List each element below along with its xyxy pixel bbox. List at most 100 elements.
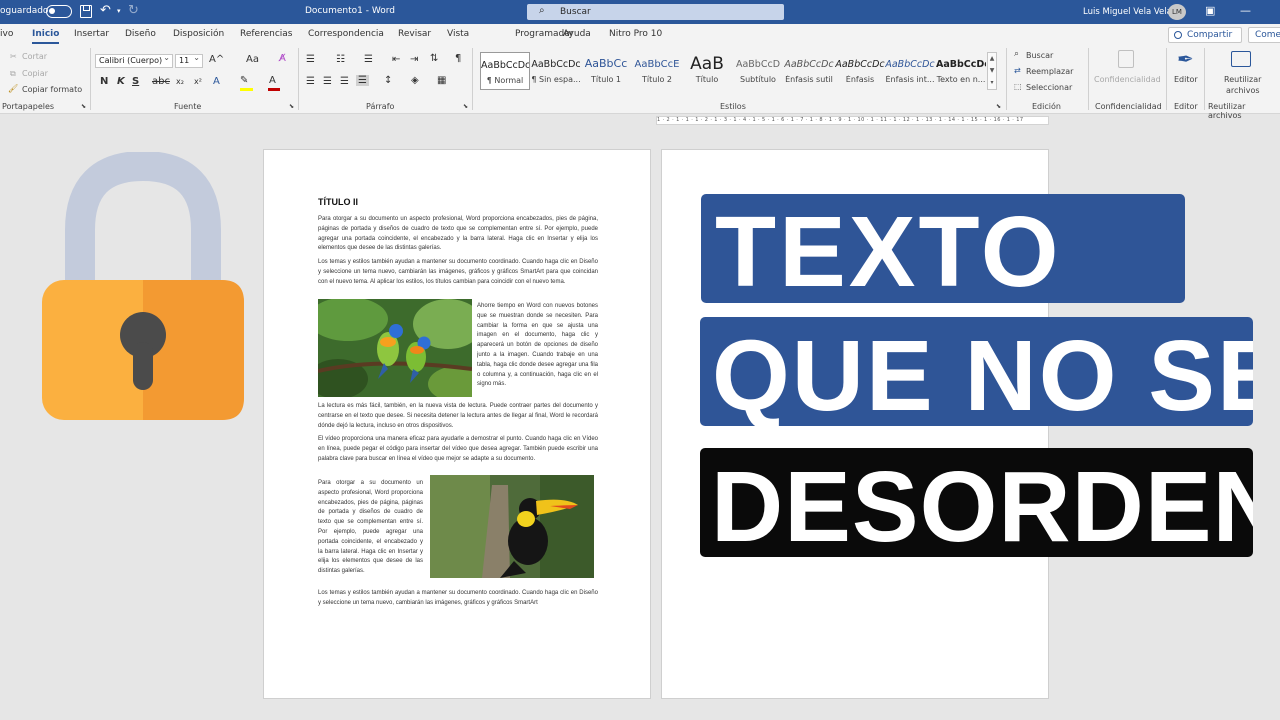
comments-button[interactable]: Come [1248, 27, 1280, 43]
style-no-spacing[interactable]: AaBbCcDc ¶ Sin espa... [531, 52, 581, 90]
line-spacing-icon[interactable]: ↕ [384, 75, 392, 86]
align-left-icon[interactable]: ☰ [306, 76, 315, 87]
align-right-icon[interactable]: ☰ [340, 76, 349, 87]
paragraph-4[interactable]: La lectura es más fácil, también, en la … [318, 402, 598, 432]
reuse-files-button-line1[interactable]: Reutilizar [1224, 75, 1261, 84]
copy-icon: ⧉ [10, 69, 16, 78]
reuse-group-label: Reutilizar archivos [1208, 102, 1246, 120]
lock-icon [42, 152, 244, 420]
align-center-icon[interactable]: ☰ [323, 76, 332, 87]
tab-vista[interactable]: Vista [447, 29, 469, 39]
justify-icon[interactable]: ☰ [356, 75, 369, 86]
separator [298, 48, 299, 110]
user-name[interactable]: Luis Miguel Vela Vela [1083, 7, 1172, 17]
style-sample: AaBbCcE [634, 59, 680, 70]
strikethrough-icon[interactable]: abc [152, 76, 170, 87]
reuse-files-button-line2[interactable]: archivos [1226, 86, 1260, 95]
clear-format-icon[interactable]: A̸ [279, 53, 286, 64]
tab-correspondencia[interactable]: Correspondencia [308, 29, 384, 39]
grow-font-button[interactable]: A^ [209, 54, 224, 65]
change-case-button[interactable]: Aa [246, 54, 259, 65]
paragraph-3[interactable]: Ahorre tiempo en Word con nuevos botones… [477, 302, 598, 398]
tab-diseno[interactable]: Diseño [125, 29, 156, 39]
confidentiality-button[interactable]: Confidencialidad [1094, 75, 1161, 84]
style-sample: AaBbCcDc [784, 59, 834, 70]
replace-button[interactable]: Reemplazar [1026, 67, 1073, 76]
tab-nitro[interactable]: Nitro Pro 10 [609, 29, 662, 39]
avatar[interactable]: LM [1168, 4, 1186, 20]
search-box[interactable]: ⌕ Buscar [527, 4, 784, 20]
copy-button[interactable]: Copiar [22, 69, 48, 78]
tab-insertar[interactable]: Insertar [74, 29, 109, 39]
tab-referencias[interactable]: Referencias [240, 29, 293, 39]
document-page-1[interactable]: TÍTULO II Para otorgar a su documento un… [263, 149, 651, 699]
numbering-icon[interactable]: ☷ [336, 54, 345, 65]
save-icon[interactable] [80, 5, 92, 18]
parrots-image[interactable] [318, 299, 472, 397]
borders-icon[interactable]: ▦ [437, 75, 446, 86]
cut-button[interactable]: Cortar [22, 52, 47, 61]
text-effects-icon[interactable]: A [213, 76, 220, 87]
style-subtle-emphasis[interactable]: AaBbCcDc Énfasis sutil [784, 52, 834, 90]
minimize-icon[interactable]: — [1240, 4, 1251, 17]
share-button[interactable]: Compartir [1168, 27, 1242, 43]
format-painter-button[interactable]: Copiar formato [22, 85, 82, 94]
clipboard-launcher-icon[interactable]: ⬊ [81, 103, 86, 110]
undo-icon[interactable]: ↶ [100, 3, 111, 18]
ribbon-display-icon[interactable]: ▣ [1205, 4, 1215, 17]
superscript-icon[interactable]: x² [194, 77, 202, 86]
highlight-icon[interactable]: ✎ [240, 75, 248, 86]
show-marks-icon[interactable]: ¶ [455, 53, 461, 64]
paragraph-1[interactable]: Para otorgar a su documento un aspecto p… [318, 215, 598, 255]
redo-icon[interactable]: ↻ [128, 3, 139, 18]
paragraph-2[interactable]: Los temas y estilos también ayudan a man… [318, 258, 598, 298]
style-subtitle[interactable]: AaBbCcD Subtítulo [733, 52, 783, 90]
decrease-indent-icon[interactable]: ⇤ [392, 54, 400, 65]
italic-button[interactable]: K [117, 76, 125, 87]
bold-button[interactable]: N [100, 76, 108, 87]
style-sample: AaB [690, 54, 724, 74]
editor-group-label: Editor [1174, 102, 1198, 111]
undo-dropdown-icon[interactable]: ▾ [117, 7, 121, 15]
style-emphasis[interactable]: AaBbCcDc Énfasis [835, 52, 885, 90]
paragraph-launcher-icon[interactable]: ⬊ [463, 103, 468, 110]
autosave-label: oguardado [0, 6, 49, 16]
font-name-combo[interactable]: Calibri (Cuerpo) [95, 53, 173, 68]
style-title[interactable]: AaB Título [682, 52, 732, 90]
tab-disposicion[interactable]: Disposición [173, 29, 224, 39]
autosave-toggle[interactable] [46, 5, 72, 18]
horizontal-ruler[interactable]: 1 · 2 · 1 · 1 · 1 · 2 · 1 · 3 · 1 · 4 · … [656, 116, 1049, 125]
underline-button[interactable]: S [132, 76, 139, 87]
style-strong[interactable]: AaBbCcDc Texto en n... [936, 52, 986, 90]
increase-indent-icon[interactable]: ⇥ [410, 54, 418, 65]
shading-icon[interactable]: ◈ [411, 75, 419, 86]
tab-programador[interactable]: Programador [515, 29, 573, 39]
paragraph-6[interactable]: Para otorgar a su documento un aspecto p… [318, 479, 423, 583]
subscript-icon[interactable]: x₂ [176, 77, 184, 86]
multilevel-list-icon[interactable]: ☰ [364, 54, 373, 65]
style-heading-2[interactable]: AaBbCcE Título 2 [632, 52, 682, 90]
tab-inicio[interactable]: Inicio [32, 29, 60, 44]
bullets-icon[interactable]: ☰ [306, 54, 315, 65]
find-icon: ⌕ [1014, 49, 1020, 59]
sort-icon[interactable]: ⇅ [430, 53, 438, 64]
find-button[interactable]: Buscar [1026, 51, 1053, 60]
search-label: Buscar [560, 7, 591, 17]
font-color-icon[interactable]: A [269, 75, 276, 86]
paragraph-7[interactable]: Los temas y estilos también ayudan a man… [318, 589, 598, 609]
style-intense-emphasis[interactable]: AaBbCcDc Énfasis int... [885, 52, 935, 90]
editor-button[interactable]: Editor [1174, 75, 1198, 84]
font-size-combo[interactable]: 11 [175, 53, 203, 68]
editor-icon: ✒ [1177, 47, 1194, 71]
select-button[interactable]: Seleccionar [1026, 83, 1072, 92]
style-heading-1[interactable]: AaBbCc Título 1 [581, 52, 631, 90]
document-heading[interactable]: TÍTULO II [318, 197, 358, 207]
toucan-image[interactable] [430, 475, 594, 578]
styles-launcher-icon[interactable]: ⬊ [996, 103, 1001, 110]
paragraph-5[interactable]: El vídeo proporciona una manera eficaz p… [318, 435, 598, 475]
style-normal[interactable]: AaBbCcDc ¶ Normal [480, 52, 530, 90]
tab-revisar[interactable]: Revisar [398, 29, 431, 39]
font-launcher-icon[interactable]: ⬊ [289, 103, 294, 110]
styles-scroll[interactable]: ▲ ▼ ▾ [987, 52, 997, 90]
tab-archivo[interactable]: ivo [0, 29, 13, 39]
